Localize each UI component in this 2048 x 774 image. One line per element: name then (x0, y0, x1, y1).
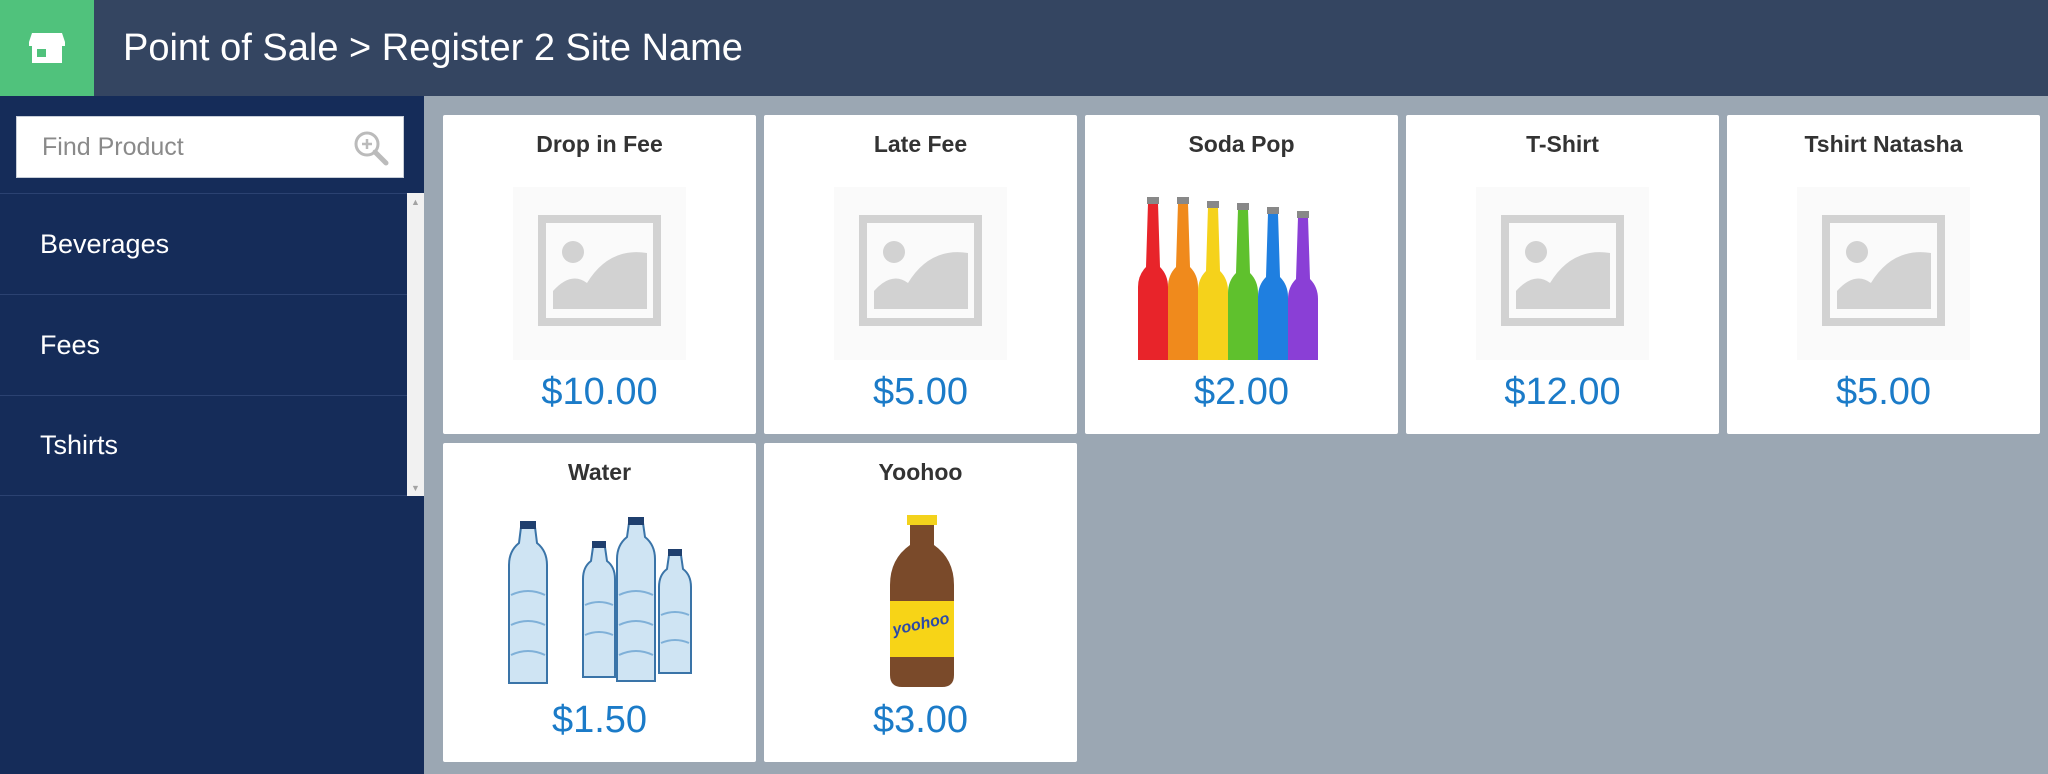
category-item-fees[interactable]: Fees (0, 294, 408, 395)
product-card-water[interactable]: Water $1.50 (443, 443, 756, 762)
product-price: $10.00 (541, 371, 658, 413)
category-label: Beverages (40, 228, 170, 259)
placeholder-image-icon (513, 187, 686, 360)
product-price: $5.00 (1835, 371, 1932, 413)
scroll-down-arrow-icon[interactable]: ▼ (407, 479, 424, 496)
product-name: Tshirt Natasha (1804, 131, 1963, 157)
product-card-drop-in-fee[interactable]: Drop in Fee $10.00 (443, 115, 756, 434)
category-scrollbar[interactable]: ▲ ▼ (407, 193, 424, 496)
product-name: Soda Pop (1188, 131, 1295, 157)
product-name: Water (567, 459, 632, 485)
product-price: $5.00 (872, 371, 969, 413)
product-name: Late Fee (873, 131, 968, 157)
category-list: Beverages Fees Tshirts (0, 193, 408, 496)
product-price: $1.50 (551, 699, 648, 741)
placeholder-image-icon (834, 187, 1007, 360)
placeholder-image-icon (1476, 187, 1649, 360)
product-price: $12.00 (1504, 371, 1621, 413)
category-label: Tshirts (40, 430, 119, 460)
water-bottles-image (503, 515, 696, 688)
product-card-yoohoo[interactable]: Yoohoo yoohoo $3.00 (764, 443, 1077, 762)
search-box (16, 116, 404, 178)
page-title: Point of Sale > Register 2 Site Name (123, 27, 743, 69)
product-price: $2.00 (1193, 371, 1290, 413)
placeholder-image-icon (1797, 187, 1970, 360)
product-card-late-fee[interactable]: Late Fee $5.00 (764, 115, 1077, 434)
header-bar: Point of Sale > Register 2 Site Name (0, 0, 2048, 96)
category-item-tshirts[interactable]: Tshirts (0, 395, 408, 496)
soda-bottles-image (1130, 187, 1353, 360)
category-item-beverages[interactable]: Beverages (0, 193, 408, 294)
product-name: Drop in Fee (536, 131, 663, 157)
search-input[interactable] (17, 117, 337, 177)
product-card-soda-pop[interactable]: Soda Pop $2.00 (1085, 115, 1398, 434)
yoohoo-bottle-image: yoohoo (834, 515, 1007, 688)
product-price: $3.00 (872, 699, 969, 741)
store-icon (29, 33, 65, 63)
store-button[interactable] (0, 0, 94, 96)
category-label: Fees (40, 329, 101, 360)
product-name: Yoohoo (878, 459, 963, 485)
product-card-tshirt-natasha[interactable]: Tshirt Natasha $5.00 (1727, 115, 2040, 434)
product-name: T-Shirt (1526, 131, 1599, 157)
sidebar: Beverages Fees Tshirts ▲ ▼ (0, 96, 424, 774)
scroll-up-arrow-icon[interactable]: ▲ (407, 193, 424, 210)
zoom-in-icon[interactable] (353, 130, 389, 166)
product-card-t-shirt[interactable]: T-Shirt $12.00 (1406, 115, 1719, 434)
